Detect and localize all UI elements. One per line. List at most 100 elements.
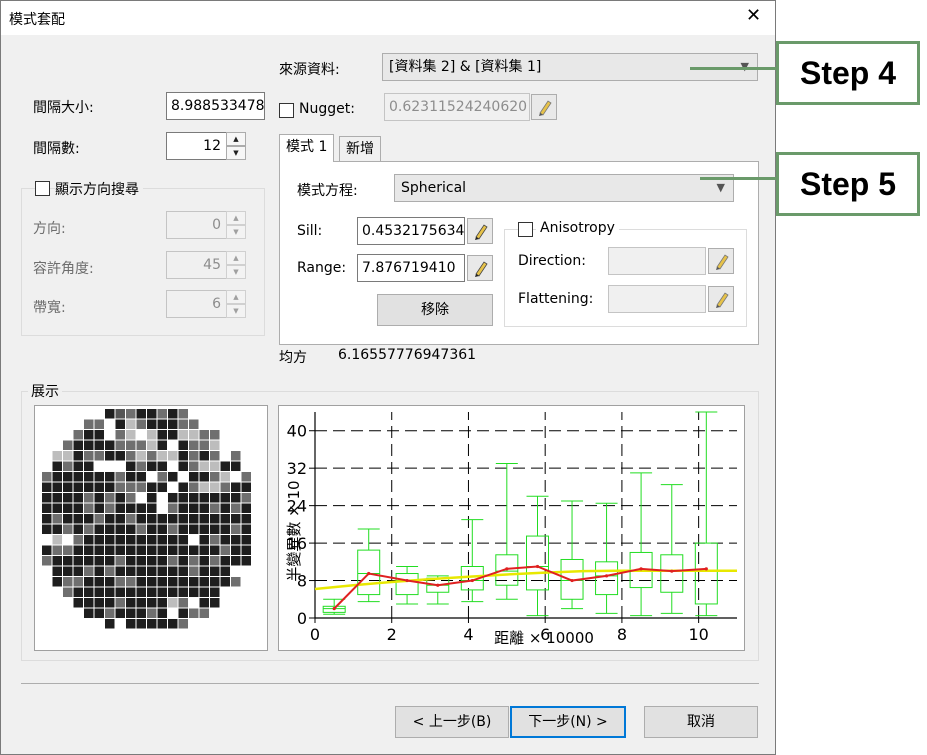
- flattening-pencil-button[interactable]: [708, 286, 734, 312]
- preview-cell: [115, 409, 125, 419]
- range-pencil-button[interactable]: [467, 255, 493, 281]
- preview-cell: [168, 598, 178, 608]
- tab-model-1[interactable]: 模式 1: [279, 134, 335, 162]
- next-button[interactable]: 下一步(N) >: [510, 706, 626, 738]
- preview-cell: [126, 587, 136, 597]
- spin-up-icon[interactable]: ▲: [226, 251, 246, 265]
- empirical-point: [332, 607, 336, 611]
- preview-cell: [136, 472, 146, 482]
- preview-cell: [63, 545, 73, 555]
- preview-cell: [199, 545, 209, 555]
- sill-pencil-button[interactable]: [467, 218, 493, 244]
- preview-cell: [136, 482, 146, 492]
- direction-pencil-button[interactable]: [708, 248, 734, 274]
- preview-cell: [178, 587, 188, 597]
- direction-aniso-input[interactable]: [608, 247, 706, 275]
- box-plot: [395, 566, 419, 605]
- preview-cell: [105, 451, 115, 461]
- window-title: 模式套配: [9, 12, 65, 28]
- model-equation-label: 模式方程:: [297, 183, 358, 199]
- preview-cell: [73, 545, 83, 555]
- box-plot: [560, 500, 584, 610]
- preview-cell: [210, 440, 220, 450]
- box-plot: [629, 472, 653, 617]
- anisotropy-checkbox[interactable]: [518, 222, 533, 237]
- preview-cell: [157, 472, 167, 482]
- preview-cell: [63, 503, 73, 513]
- preview-cell: [178, 566, 188, 576]
- sill-input[interactable]: 0.4532175634: [357, 217, 465, 245]
- preview-cell: [52, 472, 62, 482]
- preview-cell: [220, 493, 230, 503]
- preview-cell: [189, 608, 199, 618]
- preview-cell: [126, 524, 136, 534]
- nugget-checkbox[interactable]: [279, 103, 294, 118]
- nugget-pencil-button[interactable]: [531, 94, 557, 120]
- spin-up-icon[interactable]: ▲: [226, 132, 246, 146]
- preview-cell: [84, 608, 94, 618]
- model-equation-select[interactable]: Spherical ▼: [394, 174, 734, 202]
- nugget-label: Nugget:: [299, 101, 355, 117]
- preview-cell: [94, 566, 104, 576]
- preview-cell: [157, 566, 167, 576]
- spin-up-icon[interactable]: ▲: [226, 290, 246, 304]
- interval-count-spinner[interactable]: ▲ ▼: [226, 132, 246, 160]
- range-input[interactable]: 7.876719410: [357, 254, 465, 282]
- preview-cell: [147, 608, 157, 618]
- preview-cell: [147, 419, 157, 429]
- nugget-input[interactable]: 0.62311524240620: [384, 93, 530, 121]
- tab-add[interactable]: 新增: [339, 136, 381, 162]
- preview-cell: [189, 419, 199, 429]
- flattening-input[interactable]: [608, 285, 706, 313]
- cancel-button[interactable]: 取消: [644, 706, 758, 738]
- direction-spinner[interactable]: ▲ ▼: [226, 211, 246, 239]
- preview-cell: [210, 430, 220, 440]
- preview-cell: [231, 482, 241, 492]
- preview-cell: [136, 503, 146, 513]
- preview-cell: [105, 598, 115, 608]
- preview-cell: [231, 451, 241, 461]
- preview-cell: [157, 535, 167, 545]
- direction-search-checkbox[interactable]: [35, 181, 50, 196]
- preview-cell: [241, 514, 251, 524]
- interval-size-input[interactable]: 8.988533478: [166, 92, 265, 120]
- preview-cell: [147, 577, 157, 587]
- preview-cell: [178, 472, 188, 482]
- preview-cell: [210, 556, 220, 566]
- preview-cell: [73, 461, 83, 471]
- preview-cell: [84, 419, 94, 429]
- preview-cell: [231, 514, 241, 524]
- preview-cell: [178, 419, 188, 429]
- preview-cell: [94, 419, 104, 429]
- preview-cell: [147, 440, 157, 450]
- preview-cell: [199, 535, 209, 545]
- empirical-point: [604, 574, 609, 578]
- preview-cell: [115, 493, 125, 503]
- title-bar: 模式套配 ✕: [1, 1, 775, 35]
- preview-cell: [136, 608, 146, 618]
- empirical-point: [704, 567, 708, 571]
- spin-down-icon[interactable]: ▼: [226, 304, 246, 318]
- preview-cell: [42, 535, 52, 545]
- preview-cell: [199, 503, 209, 513]
- tolerance-spinner[interactable]: ▲ ▼: [226, 251, 246, 279]
- preview-cell: [94, 608, 104, 618]
- back-button[interactable]: < 上一步(B): [395, 706, 509, 738]
- preview-cell: [168, 461, 178, 471]
- preview-cell: [73, 472, 83, 482]
- preview-cell: [115, 503, 125, 513]
- preview-cell: [168, 503, 178, 513]
- spin-down-icon[interactable]: ▼: [226, 225, 246, 239]
- remove-button[interactable]: 移除: [377, 294, 493, 326]
- spin-down-icon[interactable]: ▼: [226, 146, 246, 160]
- preview-cell: [147, 545, 157, 555]
- bandwidth-spinner[interactable]: ▲ ▼: [226, 290, 246, 318]
- spin-down-icon[interactable]: ▼: [226, 265, 246, 279]
- preview-cell: [84, 587, 94, 597]
- preview-cell: [220, 577, 230, 587]
- preview-cell: [241, 472, 251, 482]
- box-plot: [357, 528, 381, 603]
- empirical-point: [367, 571, 371, 576]
- spin-up-icon[interactable]: ▲: [226, 211, 246, 225]
- close-icon[interactable]: ✕: [746, 7, 761, 25]
